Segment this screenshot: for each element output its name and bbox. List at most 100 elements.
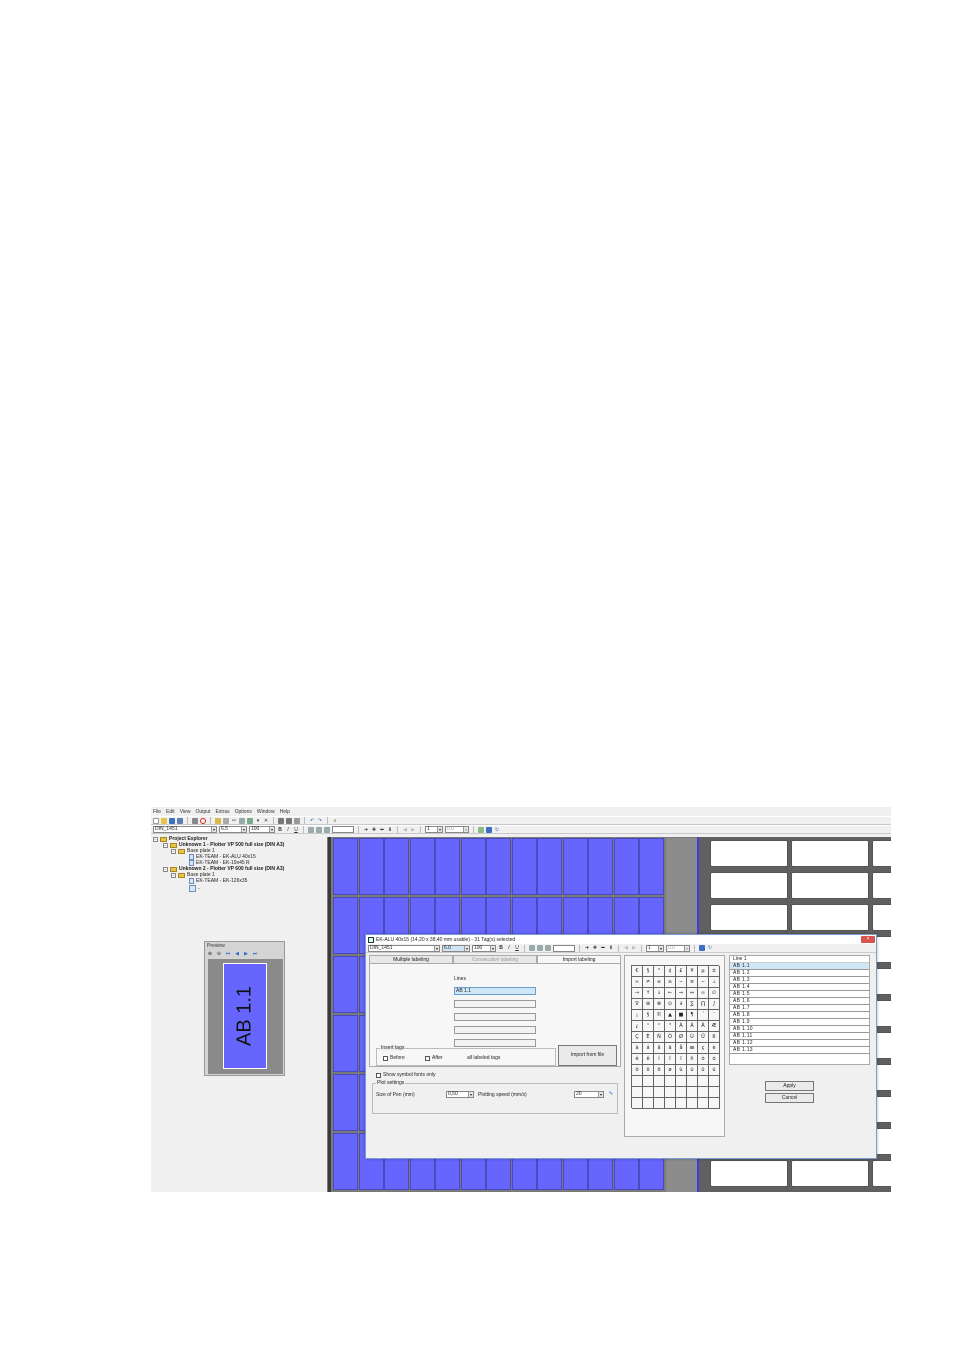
align-right-icon[interactable] — [545, 945, 551, 951]
character-cell[interactable]: ² — [654, 1021, 665, 1032]
character-cell[interactable] — [632, 1087, 643, 1098]
character-cell[interactable]: ⇒ — [676, 988, 687, 999]
character-cell[interactable] — [687, 1076, 698, 1087]
character-cell[interactable]: ± — [709, 966, 720, 977]
character-cell[interactable] — [643, 1076, 654, 1087]
character-cell[interactable]: ∂ — [676, 999, 687, 1010]
character-cell[interactable]: Ç — [632, 1032, 643, 1043]
table-icon[interactable] — [286, 817, 292, 824]
character-cell[interactable] — [698, 1098, 709, 1109]
character-cell[interactable] — [665, 1076, 676, 1087]
label-cell[interactable] — [791, 840, 869, 867]
width-select[interactable]: 100 ▾ — [249, 826, 275, 833]
tree-item-3[interactable]: EK-TEAM - EK-126x35 — [189, 878, 247, 884]
show-symbol-fonts-checkbox[interactable]: Show symbol fonts only — [376, 1072, 436, 1078]
character-cell[interactable]: ⊥ — [709, 977, 720, 988]
last-icon[interactable]: ⏭ — [252, 951, 258, 957]
character-cell[interactable]: ∇ — [632, 999, 643, 1010]
character-cell[interactable] — [643, 1087, 654, 1098]
character-cell[interactable]: £ — [676, 966, 687, 977]
collapse-icon[interactable]: − — [171, 848, 176, 854]
character-cell[interactable]: õ — [643, 1065, 654, 1076]
save-as-icon[interactable] — [177, 817, 183, 824]
character-cell[interactable]: Ñ — [654, 1032, 665, 1043]
insert-icon[interactable] — [247, 817, 253, 824]
character-cell[interactable]: ú — [687, 1065, 698, 1076]
underline-button[interactable]: U — [293, 827, 299, 833]
list-item[interactable]: AB 1.8 — [730, 1012, 869, 1019]
italic-button[interactable]: I — [285, 827, 291, 833]
collapse-icon[interactable]: − — [153, 836, 158, 842]
label-cell[interactable] — [409, 838, 435, 895]
label-cell[interactable] — [872, 840, 891, 867]
label-cell[interactable] — [333, 956, 358, 1013]
forward-icon[interactable]: ▶ — [410, 827, 416, 833]
character-cell[interactable]: ■ — [676, 1010, 687, 1021]
character-cell[interactable]: À — [676, 1021, 687, 1032]
character-cell[interactable]: ∅ — [709, 988, 720, 999]
character-cell[interactable] — [709, 1098, 720, 1109]
stop-icon[interactable] — [200, 817, 206, 824]
zoom-in-icon[interactable]: ⊕ — [207, 951, 213, 957]
line-1-field[interactable]: AB 1.1 — [454, 987, 536, 995]
character-cell[interactable]: È — [643, 1032, 654, 1043]
label-cell[interactable] — [562, 838, 588, 895]
first-icon[interactable]: ⏮ — [225, 951, 231, 957]
character-cell[interactable]: ò — [698, 1054, 709, 1065]
refresh-icon[interactable] — [478, 826, 484, 833]
dialog-offset-select[interactable]: 0.0 ▾ — [666, 944, 690, 952]
menu-window[interactable]: Window — [257, 809, 275, 815]
list-item[interactable]: AB 1.1 — [730, 963, 869, 970]
offset-select[interactable]: 0.0 ▾ — [445, 826, 469, 833]
label-cell[interactable] — [791, 872, 869, 899]
menu-options[interactable]: Options — [235, 809, 252, 815]
character-cell[interactable]: â — [654, 1043, 665, 1054]
character-cell[interactable]: Â — [698, 1021, 709, 1032]
character-cell[interactable]: ß — [709, 1032, 720, 1043]
arrow-up-icon[interactable]: ✚ — [592, 945, 598, 951]
list-item[interactable]: AB 1.6 — [730, 998, 869, 1005]
label-cell[interactable] — [710, 904, 788, 931]
character-cell[interactable]: Æ — [709, 1021, 720, 1032]
align-left-icon[interactable] — [529, 945, 535, 951]
dialog-size-select[interactable]: 6.0 ▾ — [442, 944, 470, 952]
layout-icon[interactable] — [294, 817, 300, 824]
line-4-field[interactable] — [454, 1026, 536, 1034]
character-cell[interactable]: á — [643, 1043, 654, 1054]
menu-extras[interactable]: Extras — [215, 809, 229, 815]
character-cell[interactable] — [698, 1076, 709, 1087]
character-cell[interactable]: ù — [676, 1065, 687, 1076]
character-cell[interactable]: ô — [632, 1065, 643, 1076]
character-cell[interactable]: ∼ — [698, 977, 709, 988]
label-cell[interactable] — [710, 1160, 788, 1187]
character-cell[interactable] — [676, 1087, 687, 1098]
character-cell[interactable]: ¹ — [643, 1021, 654, 1032]
label-cell[interactable] — [333, 897, 358, 954]
align-right-icon[interactable] — [324, 826, 330, 833]
back-icon[interactable]: ◀ — [402, 827, 408, 833]
tab-consecutive-labeling[interactable]: Consecutive labeling — [453, 955, 537, 963]
dialog-italic-button[interactable]: I — [506, 945, 512, 951]
label-cell[interactable] — [333, 1074, 358, 1131]
back-icon[interactable]: ◀ — [623, 945, 629, 951]
dialog-width-select[interactable]: 100 ▾ — [472, 944, 496, 952]
label-cell[interactable] — [384, 838, 409, 895]
rotate-icon[interactable]: ↻ — [707, 945, 713, 951]
character-cell[interactable] — [632, 1098, 643, 1109]
undo-icon[interactable]: ↶ — [309, 818, 315, 824]
tab-import-labeling[interactable]: Import labeling — [537, 955, 621, 963]
character-cell[interactable] — [654, 1087, 665, 1098]
character-cell[interactable]: ø — [665, 1065, 676, 1076]
list-item[interactable]: AB 1.13 — [730, 1047, 869, 1054]
character-cell[interactable]: − — [676, 977, 687, 988]
label-cell[interactable] — [333, 1133, 358, 1190]
list-item[interactable]: AB 1.4 — [730, 984, 869, 991]
character-cell[interactable]: → — [632, 988, 643, 999]
character-cell[interactable]: ⊙ — [665, 999, 676, 1010]
character-cell[interactable]: Ò — [665, 1032, 676, 1043]
list-item[interactable]: AB 1.10 — [730, 1026, 869, 1033]
character-cell[interactable]: € — [632, 966, 643, 977]
redo-icon[interactable]: ↷ — [317, 818, 323, 824]
character-cell[interactable]: û — [698, 1065, 709, 1076]
label-cell[interactable] — [791, 1160, 869, 1187]
